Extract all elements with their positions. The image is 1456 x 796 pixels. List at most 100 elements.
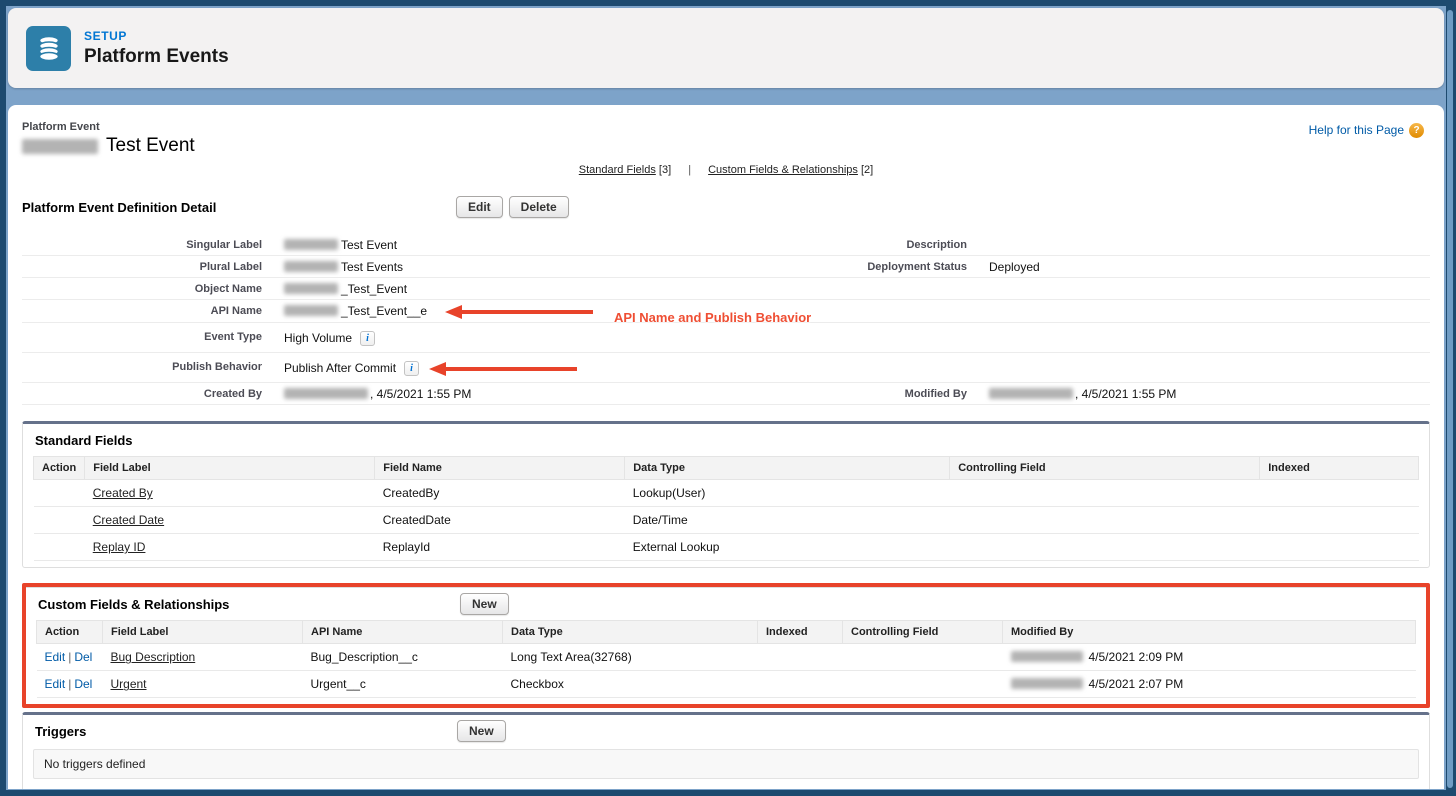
del-link[interactable]: Del xyxy=(74,650,92,664)
field-label-link[interactable]: Bug Description xyxy=(111,650,196,664)
field-value: _Test_Event xyxy=(262,278,722,300)
indexed-cell xyxy=(1260,534,1419,561)
column-header: Modified By xyxy=(1003,621,1416,644)
database-icon xyxy=(35,34,63,62)
indexed-cell xyxy=(1260,507,1419,534)
triggers-header: Triggers New xyxy=(33,715,1419,747)
section-quicklinks: Standard Fields [3] | Custom Fields & Re… xyxy=(22,164,1430,176)
field-label-link[interactable]: Created By xyxy=(93,486,153,500)
del-link[interactable]: Del xyxy=(74,677,92,691)
field-label: Deployment Status xyxy=(722,256,967,278)
quicklink-standard-fields[interactable]: Standard Fields [3] xyxy=(579,164,671,176)
edit-button[interactable]: Edit xyxy=(456,196,503,218)
custom-fields-header: Custom Fields & Relationships New xyxy=(36,588,1416,620)
empty-cell xyxy=(722,353,967,383)
field-value: Publish After Commiti xyxy=(262,353,722,383)
controlling-field-cell xyxy=(950,534,1260,561)
standard-fields-section: Standard Fields Action Field Label Field… xyxy=(22,421,1430,568)
data-type-cell: Date/Time xyxy=(625,507,950,534)
field-label-link[interactable]: Created Date xyxy=(93,513,164,527)
redacted-user-name xyxy=(1011,651,1083,662)
table-row: Edit|Del Urgent Urgent__c Checkbox 4/5/2… xyxy=(37,671,1416,698)
new-custom-field-button[interactable]: New xyxy=(460,593,509,615)
action-cell xyxy=(34,534,85,561)
empty-cell xyxy=(967,300,1430,323)
column-header: Field Name xyxy=(375,457,625,480)
redacted-user-name xyxy=(284,388,368,399)
field-label: Singular Label xyxy=(22,234,262,256)
column-header: Controlling Field xyxy=(843,621,1003,644)
column-header: Action xyxy=(37,621,103,644)
field-label-link[interactable]: Urgent xyxy=(111,677,147,691)
action-cell: Edit|Del xyxy=(37,644,103,671)
column-header: API Name xyxy=(303,621,503,644)
field-value: , 4/5/2021 1:55 PM xyxy=(967,383,1430,405)
quicklink-separator: | xyxy=(688,164,691,176)
new-trigger-button[interactable]: New xyxy=(457,720,506,742)
red-highlight-border: Custom Fields & Relationships New Action… xyxy=(22,583,1430,708)
table-row: Replay ID ReplayId External Lookup xyxy=(34,534,1419,561)
detail-grid: Singular Label Test Event Description Pl… xyxy=(22,234,1430,405)
field-name-cell: ReplayId xyxy=(375,534,625,561)
api-name-cell: Bug_Description__c xyxy=(303,644,503,671)
entity-type-label: Platform Event xyxy=(22,121,1430,133)
quicklink-custom-fields[interactable]: Custom Fields & Relationships [2] xyxy=(708,164,873,176)
controlling-field-cell xyxy=(950,480,1260,507)
table-row: Edit|Del Bug Description Bug_Description… xyxy=(37,644,1416,671)
delete-button[interactable]: Delete xyxy=(509,196,569,218)
field-label-link[interactable]: Replay ID xyxy=(93,540,146,554)
edit-link[interactable]: Edit xyxy=(45,650,66,664)
triggers-section: Triggers New No triggers defined xyxy=(22,712,1430,789)
controlling-field-cell xyxy=(843,671,1003,698)
edit-link[interactable]: Edit xyxy=(45,677,66,691)
redacted-user-name xyxy=(989,388,1073,399)
field-label: Created By xyxy=(22,383,262,405)
no-triggers-message: No triggers defined xyxy=(33,749,1419,779)
custom-fields-heading: Custom Fields & Relationships xyxy=(38,597,1414,612)
field-name-cell: CreatedDate xyxy=(375,507,625,534)
field-value: Test Event xyxy=(262,234,722,256)
setup-header: SETUP Platform Events xyxy=(8,8,1444,88)
triggers-heading: Triggers xyxy=(35,724,1417,739)
api-name-cell: Urgent__c xyxy=(303,671,503,698)
modified-by-cell: 4/5/2021 2:09 PM xyxy=(1003,644,1416,671)
modified-by-cell: 4/5/2021 2:07 PM xyxy=(1003,671,1416,698)
scrollbar[interactable] xyxy=(1447,10,1453,788)
field-name-cell: CreatedBy xyxy=(375,480,625,507)
detail-buttons: Edit Delete xyxy=(456,196,575,218)
setup-page-title: Platform Events xyxy=(84,46,229,68)
help-link[interactable]: Help for this Page xyxy=(1309,123,1404,137)
data-type-cell: Long Text Area(32768) xyxy=(503,644,758,671)
controlling-field-cell xyxy=(843,644,1003,671)
field-label: Modified By xyxy=(722,383,967,405)
column-header: Field Label xyxy=(85,457,375,480)
indexed-cell xyxy=(758,644,843,671)
indexed-cell xyxy=(1260,480,1419,507)
action-cell: Edit|Del xyxy=(37,671,103,698)
column-header: Data Type xyxy=(625,457,950,480)
field-value: Deployed xyxy=(967,256,1430,278)
field-label: Description xyxy=(722,234,967,256)
empty-cell xyxy=(722,323,967,353)
standard-fields-heading: Standard Fields xyxy=(35,433,1417,448)
field-value: , 4/5/2021 1:55 PM xyxy=(262,383,722,405)
field-label: Event Type xyxy=(22,323,262,353)
content-card: Help for this Page? Platform Event Test … xyxy=(8,105,1444,789)
detail-section-header: Platform Event Definition Detail EditDel… xyxy=(22,200,1430,224)
red-arrow-publish-behavior xyxy=(429,362,577,376)
info-icon[interactable]: i xyxy=(360,331,375,346)
field-label: Plural Label xyxy=(22,256,262,278)
redacted-record-name xyxy=(22,139,98,154)
info-icon[interactable]: i xyxy=(404,361,419,376)
column-header: Data Type xyxy=(503,621,758,644)
column-header: Field Label xyxy=(103,621,303,644)
column-header: Controlling Field xyxy=(950,457,1260,480)
field-value: Test Events xyxy=(262,256,722,278)
indexed-cell xyxy=(758,671,843,698)
question-glyph: ? xyxy=(1413,125,1419,136)
data-type-cell: External Lookup xyxy=(625,534,950,561)
field-label: API Name xyxy=(22,300,262,323)
field-value xyxy=(967,234,1430,256)
help-icon[interactable]: ? xyxy=(1409,123,1424,138)
redacted-text xyxy=(284,283,338,294)
